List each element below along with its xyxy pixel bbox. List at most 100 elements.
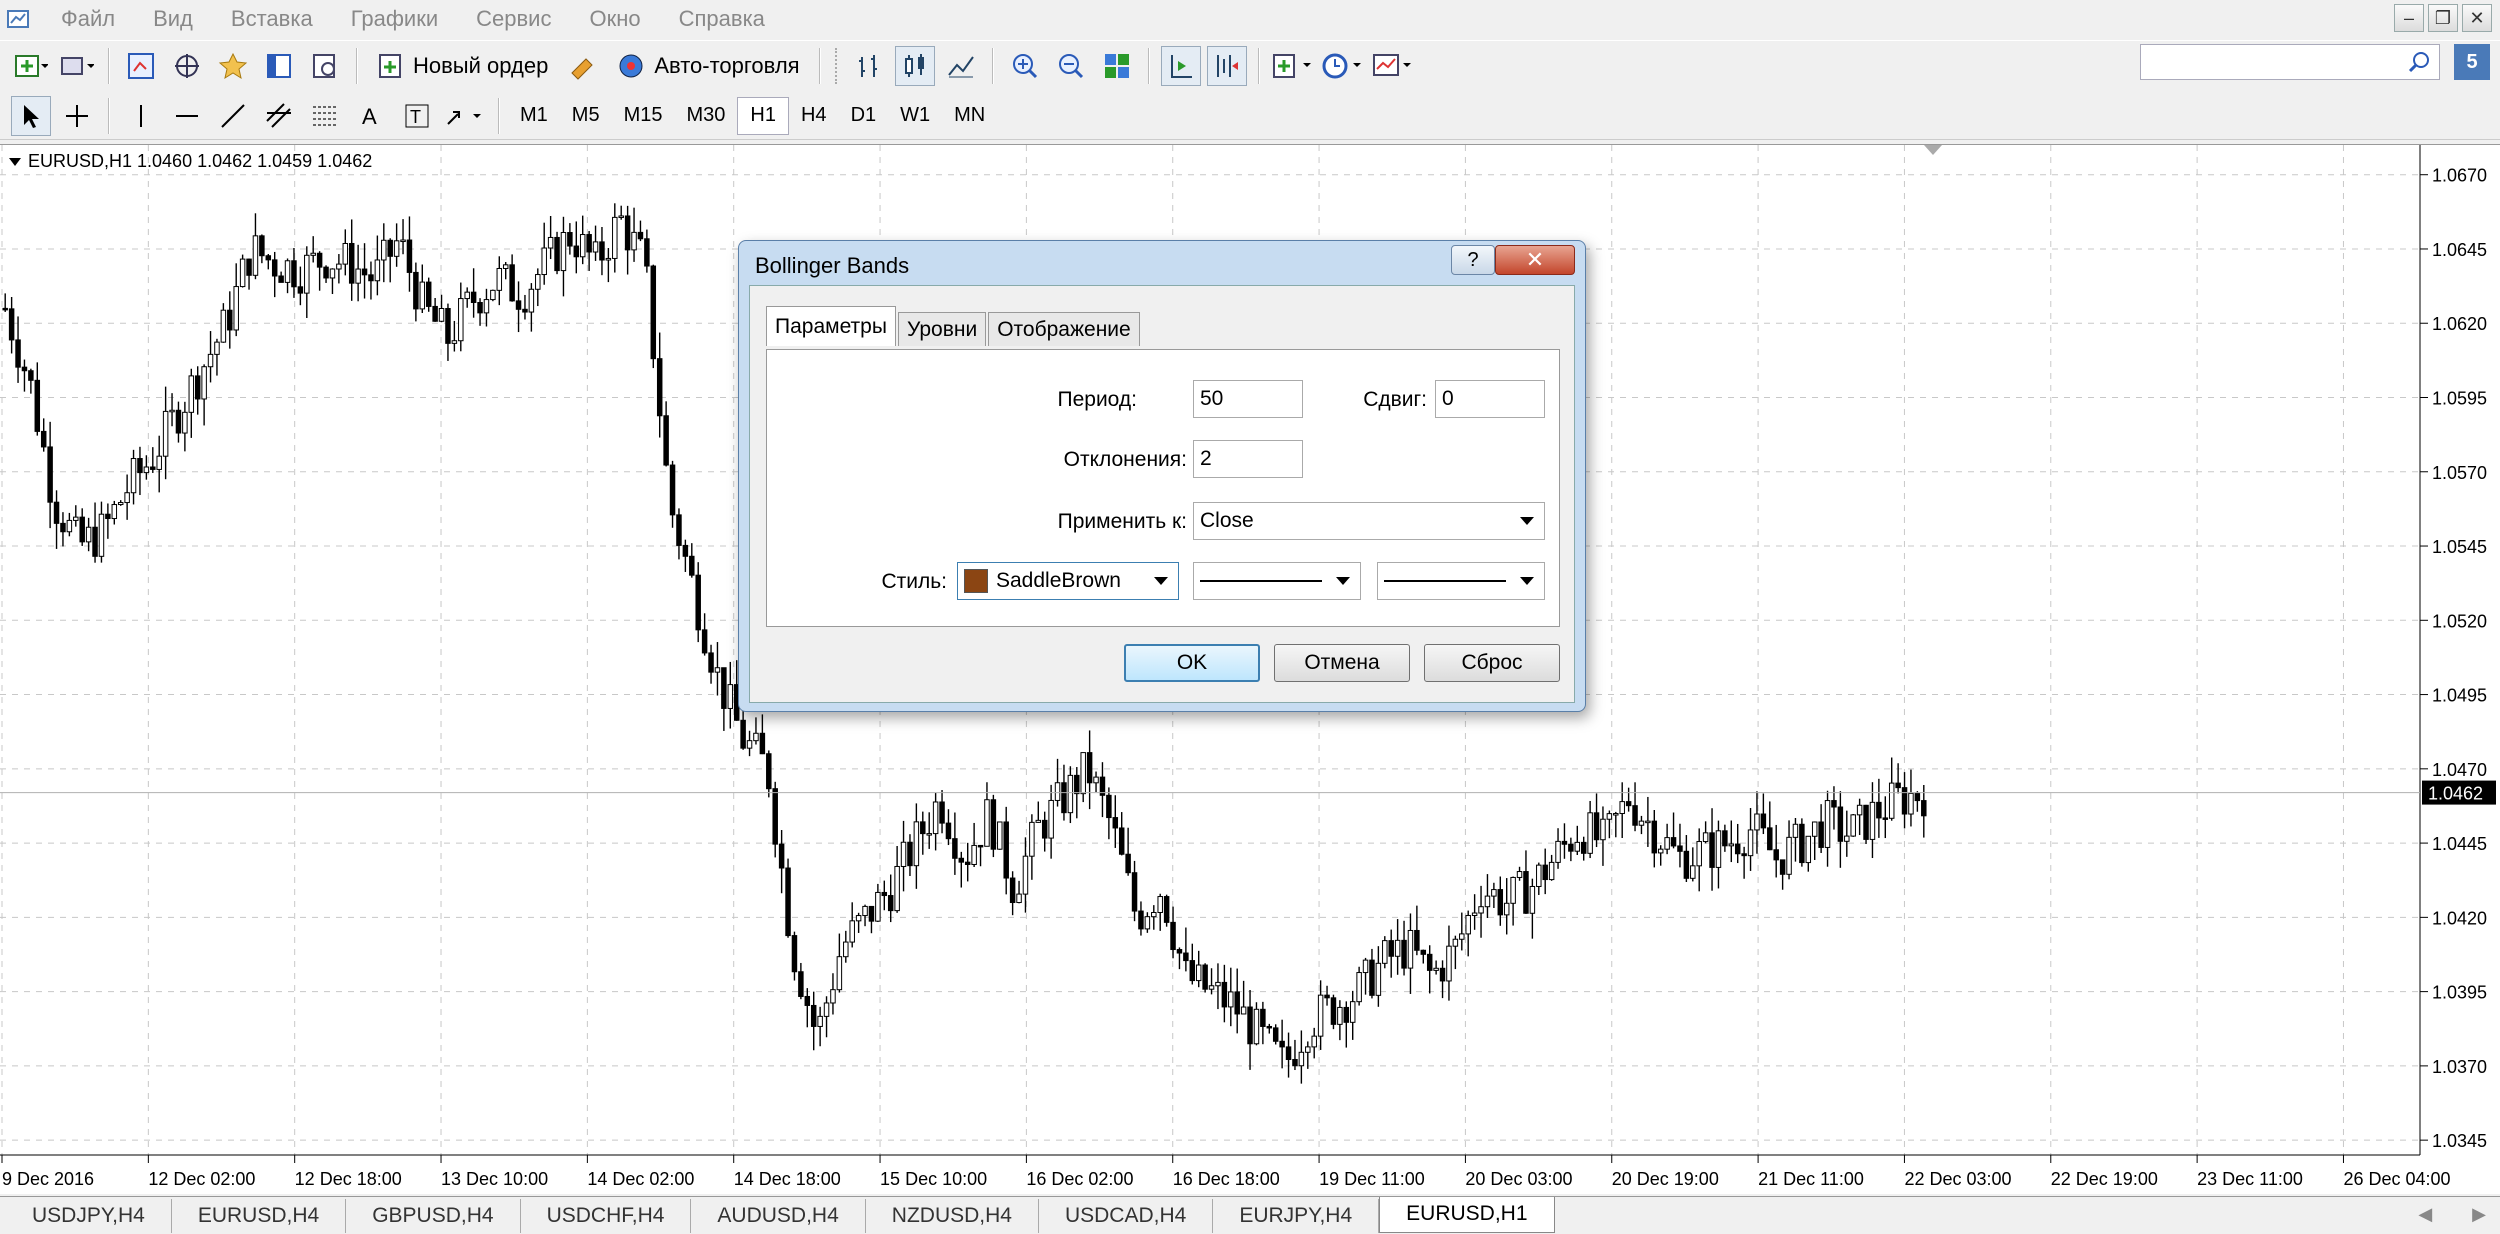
- strategy-tester-button[interactable]: [305, 46, 345, 86]
- tab-levels[interactable]: Уровни: [897, 312, 987, 346]
- tab-parameters[interactable]: Параметры: [766, 306, 896, 346]
- arrows-tool[interactable]: [443, 96, 487, 136]
- timeframe-h4[interactable]: H4: [789, 97, 839, 135]
- timeframe-w1[interactable]: W1: [888, 97, 942, 135]
- candle-body: [182, 411, 188, 434]
- timeframe-h1[interactable]: H1: [737, 96, 789, 135]
- candle-body: [53, 501, 60, 524]
- candle-body: [1773, 849, 1779, 861]
- color-select[interactable]: SaddleBrown: [957, 562, 1179, 600]
- cancel-button[interactable]: Отмена: [1274, 644, 1410, 682]
- search-input[interactable]: [2140, 44, 2440, 80]
- tab-scroll-left-icon[interactable]: ◀: [2418, 1204, 2432, 1225]
- candle-body: [926, 833, 932, 836]
- tab-gbpusd-h4[interactable]: GBPUSD,H4: [346, 1198, 521, 1233]
- help-button[interactable]: ?: [1451, 245, 1495, 275]
- menu-window[interactable]: Окно: [570, 6, 659, 32]
- line-width-select[interactable]: [1377, 562, 1545, 600]
- auto-scroll-button[interactable]: [1206, 45, 1247, 86]
- candle-body: [894, 865, 900, 912]
- menu-charts[interactable]: Графики: [332, 6, 457, 32]
- toolbar-separator: [991, 47, 994, 84]
- tab-eurjpy-h4[interactable]: EURJPY,H4: [1213, 1198, 1380, 1233]
- candle-body: [323, 266, 329, 279]
- tab-eurusd-h4[interactable]: EURUSD,H4: [172, 1198, 347, 1233]
- candle-body: [547, 236, 554, 249]
- menu-tools[interactable]: Сервис: [457, 6, 570, 32]
- menu-view[interactable]: Вид: [134, 6, 212, 32]
- horizontal-line-tool[interactable]: [167, 96, 207, 136]
- vertical-line-tool[interactable]: [121, 96, 161, 136]
- terminal-button[interactable]: [259, 46, 299, 86]
- period-input[interactable]: 50: [1193, 380, 1303, 418]
- metaeditor-button[interactable]: [562, 46, 602, 86]
- auto-trading-button[interactable]: Авто-торговля: [608, 46, 807, 86]
- y-tick-label: 1.0645: [2432, 240, 2487, 260]
- new-order-button[interactable]: Новый ордер: [369, 46, 556, 86]
- profiles-button[interactable]: [57, 46, 97, 86]
- tile-windows-button[interactable]: [1097, 46, 1137, 86]
- crosshair-tool[interactable]: [57, 96, 97, 136]
- timeframe-d1[interactable]: D1: [839, 97, 889, 135]
- navigator-button[interactable]: [213, 46, 253, 86]
- candle-body: [907, 841, 913, 867]
- candle-body: [676, 514, 682, 546]
- timeframe-m5[interactable]: M5: [560, 97, 612, 135]
- tab-scroll-right-icon[interactable]: ▶: [2472, 1204, 2486, 1225]
- restore-button[interactable]: ❐: [2428, 4, 2458, 32]
- zoom-in-button[interactable]: [1005, 46, 1045, 86]
- timeframe-mn[interactable]: MN: [942, 97, 997, 135]
- data-window-button[interactable]: [167, 46, 207, 86]
- chart-shift-button[interactable]: [1160, 45, 1201, 86]
- ok-button[interactable]: OK: [1124, 644, 1260, 682]
- candle-body: [432, 305, 438, 322]
- candle-body: [137, 458, 143, 474]
- line-style-select[interactable]: [1193, 562, 1361, 600]
- reset-button[interactable]: Сброс: [1424, 644, 1560, 682]
- minimize-button[interactable]: –: [2394, 4, 2424, 32]
- tab-usdchf-h4[interactable]: USDCHF,H4: [521, 1198, 692, 1233]
- menu-file[interactable]: Файл: [42, 6, 134, 32]
- new-chart-button[interactable]: [11, 46, 51, 86]
- apply-to-select[interactable]: Close: [1193, 502, 1545, 540]
- tab-audusd-h4[interactable]: AUDUSD,H4: [691, 1198, 866, 1233]
- notifications-badge[interactable]: 5: [2454, 44, 2490, 80]
- deviations-input[interactable]: 2: [1193, 440, 1303, 478]
- candle-body: [348, 242, 355, 284]
- chevron-down-icon: [1520, 577, 1534, 585]
- text-tool[interactable]: A: [351, 96, 391, 136]
- candle-body: [1760, 813, 1767, 829]
- candle-body: [1811, 821, 1818, 837]
- tab-usdcad-h4[interactable]: USDCAD,H4: [1039, 1198, 1214, 1233]
- tab-nzdusd-h4[interactable]: NZDUSD,H4: [866, 1198, 1039, 1233]
- zoom-out-button[interactable]: [1051, 46, 1091, 86]
- templates-button[interactable]: [1371, 46, 1415, 86]
- market-watch-button[interactable]: [121, 46, 161, 86]
- candle-body: [1163, 896, 1170, 923]
- apply-to-label: Применить к:: [1057, 510, 1187, 533]
- menu-help[interactable]: Справка: [660, 6, 784, 32]
- bar-chart-button[interactable]: [849, 46, 889, 86]
- collapse-arrow-icon[interactable]: [8, 156, 22, 168]
- shift-input[interactable]: 0: [1435, 380, 1545, 418]
- candle-body: [612, 216, 618, 259]
- menu-insert[interactable]: Вставка: [212, 6, 332, 32]
- close-window-button[interactable]: ✕: [2462, 4, 2492, 32]
- timeframe-m1[interactable]: M1: [508, 97, 560, 135]
- candlestick-button[interactable]: [894, 45, 935, 86]
- timeframe-m15[interactable]: M15: [612, 97, 675, 135]
- indicators-button[interactable]: [1271, 46, 1315, 86]
- text-label-tool[interactable]: T: [397, 96, 437, 136]
- close-dialog-button[interactable]: ✕: [1495, 245, 1575, 275]
- candle-body: [1003, 821, 1009, 879]
- tab-eurusd-h1[interactable]: EURUSD,H1: [1379, 1196, 1555, 1233]
- trendline-tool[interactable]: [213, 96, 253, 136]
- timeframe-m30[interactable]: M30: [675, 97, 738, 135]
- line-chart-button[interactable]: [941, 46, 981, 86]
- fibonacci-tool[interactable]: [305, 96, 345, 136]
- equidistant-channel-tool[interactable]: [259, 96, 299, 136]
- tab-visualization[interactable]: Отображение: [988, 312, 1140, 346]
- tab-usdjpy-h4[interactable]: USDJPY,H4: [6, 1198, 172, 1233]
- periods-button[interactable]: [1321, 46, 1365, 86]
- cursor-tool[interactable]: [11, 95, 51, 136]
